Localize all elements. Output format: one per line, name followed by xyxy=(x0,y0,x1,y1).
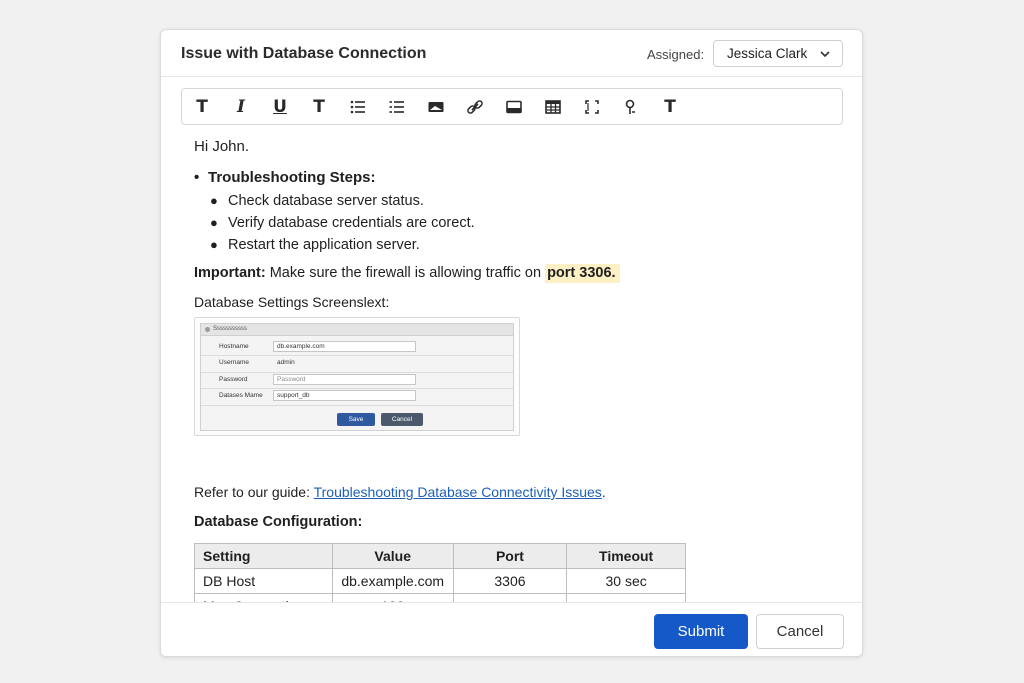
table-header: Setting xyxy=(194,543,333,569)
settings-screenshot-image: Sssssssssss Hostname db.example.com User… xyxy=(194,317,520,436)
issue-dialog: Issue with Database Connection Assigned:… xyxy=(160,29,863,657)
editor-toolbar: T I U T T xyxy=(181,88,843,125)
crop-icon[interactable] xyxy=(579,95,605,119)
cancel-button[interactable]: Cancel xyxy=(756,614,844,649)
greeting-text: Hi John. xyxy=(194,138,250,155)
numbered-list-icon[interactable] xyxy=(384,95,410,119)
pin-icon[interactable] xyxy=(618,95,644,119)
dialog-header: Issue with Database Connection Assigned:… xyxy=(161,30,862,77)
table-header: Value xyxy=(331,543,454,569)
submit-button[interactable]: Submit xyxy=(654,614,748,649)
text-format-icon[interactable]: T xyxy=(189,95,215,119)
list-item: ● Check database server status. xyxy=(210,193,424,209)
image-icon[interactable] xyxy=(423,95,449,119)
clear-format-icon[interactable]: T xyxy=(657,95,683,119)
underline-icon[interactable]: U xyxy=(267,95,293,119)
important-note: Important: Make sure the firewall is all… xyxy=(194,264,620,283)
table-header-row: Setting Value Port Timeout xyxy=(194,543,686,569)
list-item: ● Restart the application server. xyxy=(210,237,420,253)
highlighted-port: port 3306. xyxy=(545,264,620,283)
dialog-footer: Submit Cancel xyxy=(161,602,862,656)
screenshot-caption: Database Settings Screenslext: xyxy=(194,294,390,310)
guide-link[interactable]: Troubleshooting Database Connectivity Is… xyxy=(314,484,602,500)
table-header: Port xyxy=(452,543,568,569)
bulleted-list-icon[interactable] xyxy=(345,95,371,119)
assigned-label: Assigned: xyxy=(647,47,705,62)
table-header: Timeout xyxy=(566,543,686,569)
config-heading: Database Configuration: xyxy=(194,514,363,530)
table-cell: db.example.com xyxy=(331,568,454,594)
table-icon[interactable] xyxy=(540,95,566,119)
text-style-icon[interactable]: T xyxy=(306,95,332,119)
guide-reference: Refer to our guide: Troubleshooting Data… xyxy=(194,484,606,500)
table-cell: DB Host xyxy=(194,568,333,594)
table-cell: 3306 xyxy=(452,568,568,594)
assignee-value: Jessica Clark xyxy=(727,46,808,61)
dialog-title: Issue with Database Connection xyxy=(181,45,427,62)
photo-icon[interactable] xyxy=(501,95,527,119)
list-item: ● Verify database credentials are corect. xyxy=(210,215,475,231)
chevron-down-icon xyxy=(820,51,830,58)
table-cell: 30 sec xyxy=(566,568,686,594)
steps-heading: • Troubleshooting Steps: xyxy=(194,169,376,186)
link-icon[interactable] xyxy=(462,95,488,119)
table-row: DB Host db.example.com 3306 30 sec xyxy=(194,568,686,594)
assignee-select[interactable]: Jessica Clark xyxy=(713,40,843,67)
italic-icon[interactable]: I xyxy=(228,95,254,119)
